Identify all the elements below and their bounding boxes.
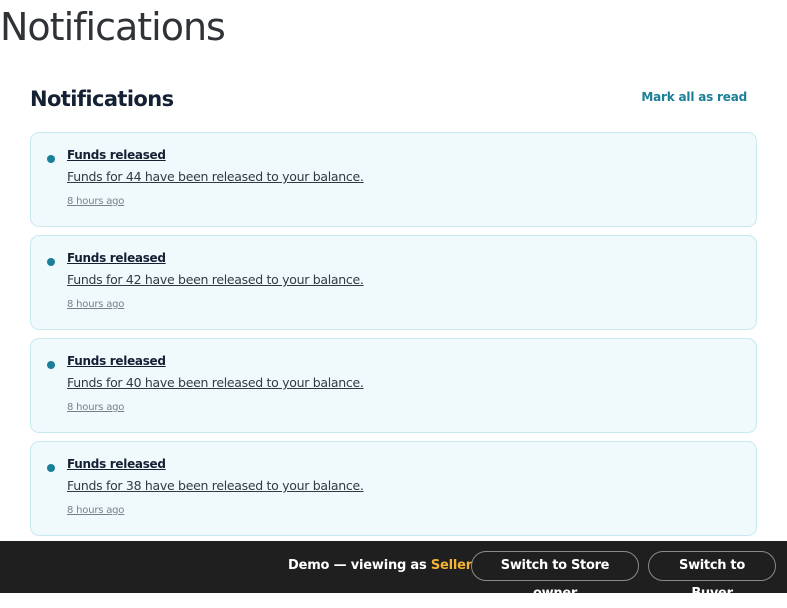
notification-message[interactable]: Funds for 42 have been released to your … xyxy=(67,272,364,287)
notification-message[interactable]: Funds for 40 have been released to your … xyxy=(67,375,364,390)
demo-prefix: Demo — viewing as xyxy=(288,558,431,573)
notification-title[interactable]: Funds released xyxy=(67,148,166,162)
switch-buyer-button[interactable]: Switch to Buyer xyxy=(648,551,776,601)
page-title: Notifications xyxy=(0,5,226,49)
notification-card[interactable]: Funds released Funds for 38 have been re… xyxy=(30,441,757,536)
notification-list: Funds released Funds for 44 have been re… xyxy=(30,132,757,544)
notification-message[interactable]: Funds for 38 have been released to your … xyxy=(67,478,364,493)
notification-card[interactable]: Funds released Funds for 42 have been re… xyxy=(30,235,757,330)
mark-all-read-link[interactable]: Mark all as read xyxy=(641,90,747,104)
demo-viewing-as-text: Demo — viewing as Seller xyxy=(288,558,472,573)
notification-card[interactable]: Funds released Funds for 44 have been re… xyxy=(30,132,757,227)
switch-store-owner-button[interactable]: Switch to Store owner xyxy=(471,551,639,601)
notification-title[interactable]: Funds released xyxy=(67,457,166,471)
notification-timestamp: 8 hours ago xyxy=(67,299,125,310)
demo-role: Seller xyxy=(430,558,472,573)
demo-bar: Demo — viewing as Seller Switch to Store… xyxy=(0,541,787,601)
panel-title: Notifications xyxy=(30,87,174,111)
unread-dot-icon xyxy=(47,155,55,163)
notification-timestamp: 8 hours ago xyxy=(67,196,125,207)
notification-card[interactable]: Funds released Funds for 40 have been re… xyxy=(30,338,757,433)
unread-dot-icon xyxy=(47,464,55,472)
unread-dot-icon xyxy=(47,361,55,369)
notification-timestamp: 8 hours ago xyxy=(67,505,125,516)
notification-title[interactable]: Funds released xyxy=(67,251,166,265)
notification-title[interactable]: Funds released xyxy=(67,354,166,368)
notifications-panel: Notifications Mark all as read Funds rel… xyxy=(30,84,757,536)
notification-message[interactable]: Funds for 44 have been released to your … xyxy=(67,169,364,184)
panel-header: Notifications Mark all as read xyxy=(30,84,757,116)
unread-dot-icon xyxy=(47,258,55,266)
notification-timestamp: 8 hours ago xyxy=(67,402,125,413)
